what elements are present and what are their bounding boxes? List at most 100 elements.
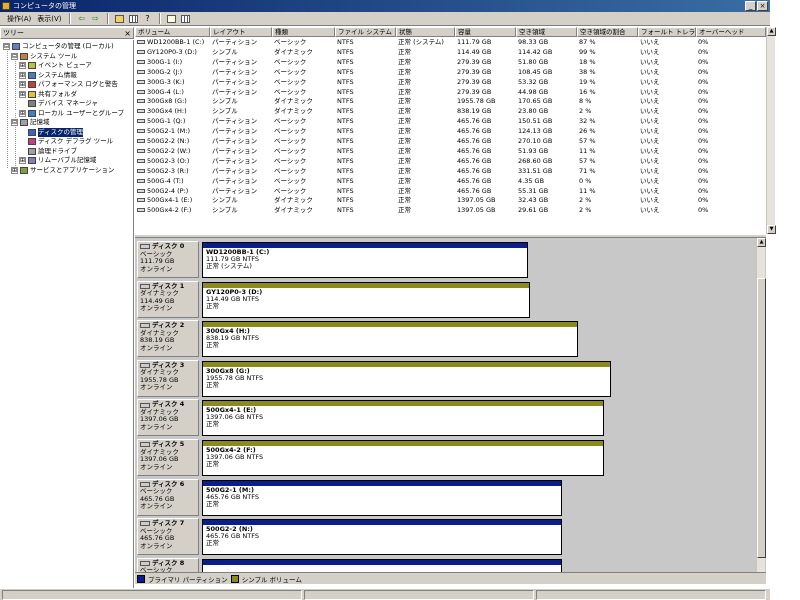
- volume-block[interactable]: 300Gx8 (G:) 1955.78 GB NTFS 正常: [202, 360, 611, 397]
- table-cell-text: 500G2-2 (N:): [147, 137, 190, 145]
- help-button[interactable]: ?: [142, 13, 154, 24]
- table-row[interactable]: 500Gx4-2 (F:) シンプル ダイナミック NTFS 正常 1397.05 GB 2…: [135, 206, 766, 216]
- tree-item[interactable]: ディスク デフラグ ツール: [19, 137, 113, 146]
- disk-row[interactable]: ディスク 6 ベーシック 465.76 GB オンライン 500G2-1 (M:) 465…: [135, 478, 755, 517]
- table-row[interactable]: 500G2-2 (N:) パーティション ベーシック NTFS 正常 465.76 GB 2…: [135, 137, 766, 147]
- disk-label[interactable]: ディスク 1 ダイナミック 114.49 GB オンライン: [137, 280, 199, 318]
- minimize-button[interactable]: _: [745, 1, 756, 11]
- tree-item[interactable]: ディスクの管理: [19, 127, 84, 137]
- disk-row[interactable]: ディスク 2 ダイナミック 838.19 GB オンライン 300Gx4 (H:) 838…: [135, 319, 755, 358]
- table-row[interactable]: 300Gx8 (G:) シンプル ダイナミック NTFS 正常 1955.78 GB 170…: [135, 97, 766, 107]
- table-row[interactable]: 300G-1 (I:) パーティション ベーシック NTFS 正常 279.39 GB 51…: [135, 58, 766, 68]
- table-row[interactable]: 500G-1 (Q:) パーティション ベーシック NTFS 正常 465.76 GB 15…: [135, 117, 766, 127]
- disk-map-scrollbar[interactable]: ▲: [756, 238, 766, 572]
- column-header[interactable]: 空き領域の割合: [577, 27, 638, 37]
- disk-row[interactable]: ディスク 7 ベーシック 465.76 GB オンライン 500G2-2 (N:) 465…: [135, 517, 755, 556]
- scroll-up-button[interactable]: ▲: [767, 27, 776, 36]
- table-row[interactable]: 500Gx4-1 (E:) シンプル ダイナミック NTFS 正常 1397.05 GB 3…: [135, 196, 766, 206]
- disk-row[interactable]: ディスク 8 ベーシック: [135, 557, 755, 572]
- table-row[interactable]: 500G2-1 (M:) パーティション ベーシック NTFS 正常 465.76 GB 1…: [135, 127, 766, 137]
- volume-block[interactable]: 500G2-1 (M:) 465.76 GB NTFS 正常: [202, 479, 562, 516]
- tree-item[interactable]: ⊞ 共有フォルダ: [19, 90, 77, 99]
- close-button[interactable]: ×: [757, 1, 768, 11]
- table-row[interactable]: 500G2-4 (P:) パーティション ベーシック NTFS 正常 465.76 GB 5…: [135, 187, 766, 197]
- table-row[interactable]: 500G2-3 (R:) パーティション ベーシック NTFS 正常 465.76 GB 3…: [135, 167, 766, 177]
- menu-view[interactable]: 表示(V): [34, 14, 64, 24]
- volume-block[interactable]: 500G2-2 (N:) 465.76 GB NTFS 正常: [202, 519, 562, 556]
- export-button[interactable]: [180, 13, 192, 24]
- tree-item[interactable]: ⊞ サービスとアプリケーション: [11, 166, 114, 175]
- disk-label[interactable]: ディスク 3 ダイナミック 1955.78 GB オンライン: [137, 359, 199, 397]
- table-row[interactable]: 500G2-3 (O:) パーティション ベーシック NTFS 正常 465.76 GB 2…: [135, 157, 766, 167]
- show-tree-button[interactable]: [128, 13, 140, 24]
- table-row[interactable]: 300G-4 (L:) パーティション ベーシック NTFS 正常 279.39 GB 44…: [135, 88, 766, 98]
- disk-row[interactable]: ディスク 1 ダイナミック 114.49 GB オンライン GY120P0-3 (D:)…: [135, 280, 755, 319]
- tree-item[interactable]: ⊞ システム情報: [19, 71, 77, 80]
- tree-item[interactable]: ⊞ ローカル ユーザーとグループ: [19, 109, 124, 118]
- disk-row[interactable]: ディスク 0 ベーシック 111.79 GB オンライン WD1200BB-1 (C:)…: [135, 240, 755, 279]
- volume-list-scrollbar[interactable]: ▲ ▼: [766, 27, 776, 234]
- tree-expander[interactable]: ⊞: [19, 90, 26, 98]
- column-header[interactable]: 空き領域: [516, 27, 577, 37]
- disk-label[interactable]: ディスク 0 ベーシック 111.79 GB オンライン: [137, 241, 199, 278]
- tree-item[interactable]: デバイス マネージャ: [19, 99, 98, 108]
- table-row[interactable]: WD1200BB-1 (C:) パーティション ベーシック NTFS 正常 (システム)…: [135, 38, 766, 48]
- column-header[interactable]: 容量: [455, 27, 516, 37]
- column-header[interactable]: ボリューム: [135, 27, 210, 37]
- disk-label[interactable]: ディスク 5 ダイナミック 1397.06 GB オンライン: [137, 439, 199, 476]
- forward-button[interactable]: ⇨: [90, 13, 102, 24]
- menu-action[interactable]: 操作(A): [4, 14, 34, 24]
- tree-expander[interactable]: ⊞: [19, 81, 26, 88]
- table-row[interactable]: 300G-2 (J:) パーティション ベーシック NTFS 正常 279.39 GB 10…: [135, 68, 766, 78]
- column-header[interactable]: ファイル システム: [335, 27, 396, 37]
- disk-label[interactable]: ディスク 8 ベーシック: [137, 557, 199, 572]
- tree-expander[interactable]: ⊟: [11, 52, 18, 60]
- up-folder-button[interactable]: [114, 13, 126, 24]
- tree-expander[interactable]: ⊟: [3, 43, 10, 50]
- disk-row[interactable]: ディスク 5 ダイナミック 1397.06 GB オンライン 500Gx4-2 (F:)…: [135, 438, 755, 477]
- column-header[interactable]: 状態: [396, 27, 455, 37]
- tree-expander[interactable]: ⊞: [11, 166, 18, 174]
- table-cell: 300G-2 (J:): [135, 68, 210, 78]
- table-row[interactable]: 500G2-2 (W:) パーティション ベーシック NTFS 正常 465.76 GB 5…: [135, 147, 766, 157]
- volume-block[interactable]: [202, 558, 562, 572]
- disk-label[interactable]: ディスク 6 ベーシック 465.76 GB オンライン: [137, 478, 199, 516]
- column-header[interactable]: オーバーヘッド: [696, 27, 766, 37]
- scroll-up-button[interactable]: ▲: [757, 238, 766, 247]
- disk-row[interactable]: ディスク 3 ダイナミック 1955.78 GB オンライン 300Gx8 (G:) 19…: [135, 359, 755, 398]
- disk-label[interactable]: ディスク 4 ダイナミック 1397.06 GB オンライン: [137, 399, 199, 437]
- tree-close-button[interactable]: ×: [124, 29, 131, 38]
- disk-row[interactable]: ディスク 4 ダイナミック 1397.06 GB オンライン 500Gx4-1 (E:)…: [135, 398, 755, 437]
- table-row[interactable]: 500G-4 (T:) パーティション ベーシック NTFS 正常 465.76 GB 4.…: [135, 177, 766, 187]
- tree-item[interactable]: ⊟ コンピュータの管理 (ローカル): [3, 42, 114, 51]
- volume-block[interactable]: 500Gx4-2 (F:) 1397.06 GB NTFS 正常: [202, 440, 604, 476]
- tree-expander[interactable]: ⊞: [19, 62, 26, 69]
- volume-block[interactable]: 300Gx4 (H:) 838.19 GB NTFS 正常: [202, 321, 578, 358]
- column-header[interactable]: 種類: [272, 27, 335, 37]
- volume-block[interactable]: 500Gx4-1 (E:) 1397.06 GB NTFS 正常: [202, 400, 604, 437]
- tree-item[interactable]: ⊟ 記憶域: [11, 118, 50, 127]
- tree-expander[interactable]: ⊞: [19, 109, 26, 117]
- tree-item[interactable]: ⊞ パフォーマンス ログと警告: [19, 80, 118, 89]
- properties-button[interactable]: [166, 13, 178, 24]
- tree-item[interactable]: ⊟ システム ツール: [11, 52, 77, 61]
- tree-expander[interactable]: ⊞: [19, 71, 26, 79]
- disk-label[interactable]: ディスク 2 ダイナミック 838.19 GB オンライン: [137, 320, 199, 358]
- tree-expander[interactable]: ⊞: [19, 157, 26, 164]
- table-row[interactable]: 300Gx4 (H:) シンプル ダイナミック NTFS 正常 838.19 GB 23.8…: [135, 107, 766, 117]
- scroll-thumb[interactable]: [757, 278, 766, 558]
- column-header[interactable]: レイアウト: [210, 27, 272, 37]
- volume-block[interactable]: WD1200BB-1 (C:) 111.79 GB NTFS 正常 (システム): [202, 242, 528, 278]
- tree-expander[interactable]: ⊟: [11, 119, 18, 126]
- disk-label[interactable]: ディスク 7 ベーシック 465.76 GB オンライン: [137, 518, 199, 556]
- tree-item[interactable]: ⊞ リムーバブル記憶域: [19, 156, 96, 165]
- tree-item[interactable]: 論理ドライブ: [19, 147, 77, 156]
- table-row[interactable]: GY120P0-3 (D:) シンプル ダイナミック NTFS 正常 114.49 GB 1…: [135, 48, 766, 58]
- tree-item[interactable]: ⊞ イベント ビューア: [19, 61, 92, 70]
- table-row[interactable]: 300G-3 (K:) パーティション ベーシック NTFS 正常 279.39 GB 53…: [135, 78, 766, 88]
- volume-block[interactable]: GY120P0-3 (D:) 114.49 GB NTFS 正常: [202, 281, 530, 318]
- column-header[interactable]: フォールト トレラン...: [638, 27, 696, 37]
- back-button[interactable]: ⇦: [76, 13, 88, 24]
- computer-management-icon: [12, 43, 20, 50]
- scroll-down-button[interactable]: ▼: [767, 225, 776, 234]
